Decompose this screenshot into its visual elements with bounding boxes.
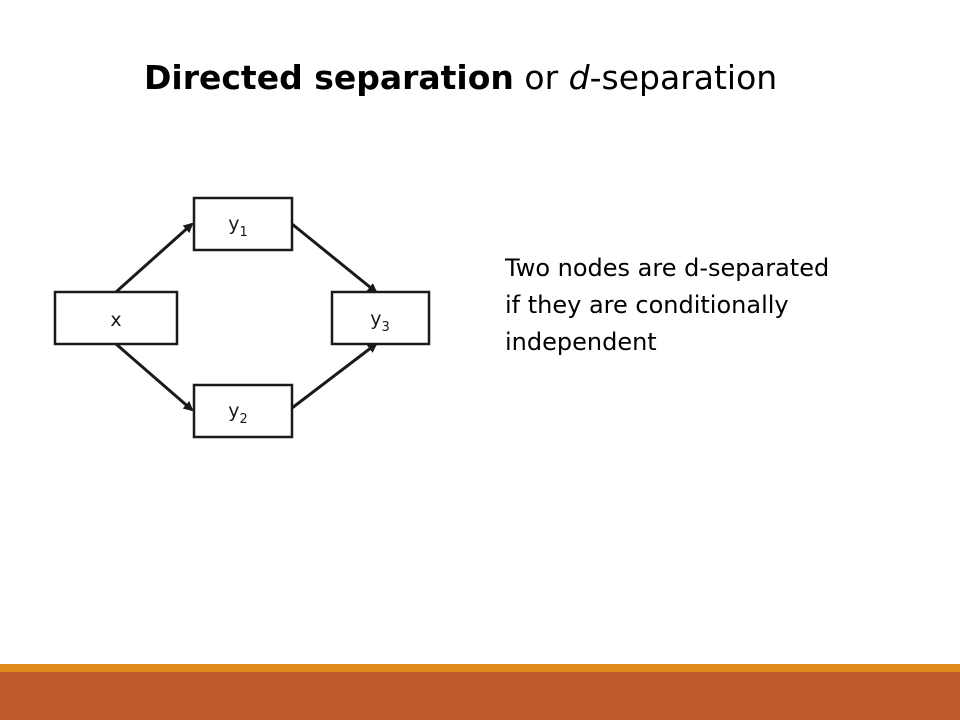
slide-title: Directed separation or d-separation: [144, 58, 778, 97]
title-bold-part: Directed separation: [144, 58, 514, 97]
node-y2: y2: [192, 383, 294, 439]
node-y3-subscript: 3: [381, 320, 389, 335]
svg-text:x: x: [110, 309, 121, 331]
footer-bar: [0, 672, 960, 720]
slide: Directed separation or d-separation x y1: [0, 0, 960, 720]
footer-accent-stripe: [0, 664, 960, 672]
title-suffix: -separation: [589, 58, 778, 97]
node-y1: y1: [192, 196, 294, 252]
title-italic-part: d: [568, 58, 590, 97]
definition-line-1: Two nodes are d-separated: [505, 254, 830, 282]
edge-x-y1: [114, 222, 194, 294]
edge-y2-y3: [291, 342, 378, 410]
dag-diagram: x y1 y2 y3: [53, 196, 431, 439]
node-y3-label: y: [370, 308, 381, 330]
edge-y1-y3: [291, 222, 378, 294]
definition-text: Two nodes are d-separated if they are co…: [505, 250, 925, 362]
node-x-label: x: [110, 309, 121, 331]
title-connector: or: [524, 58, 559, 97]
node-y1-subscript: 1: [239, 225, 247, 240]
node-x: x: [53, 290, 179, 346]
node-y3: y3: [330, 290, 431, 346]
node-y1-label: y: [228, 213, 239, 235]
definition-line-2: if they are conditionally: [505, 291, 789, 320]
node-y2-label: y: [228, 400, 239, 422]
definition-line-3: independent: [505, 328, 657, 357]
node-y2-subscript: 2: [239, 412, 247, 427]
edge-x-y2: [115, 342, 194, 412]
